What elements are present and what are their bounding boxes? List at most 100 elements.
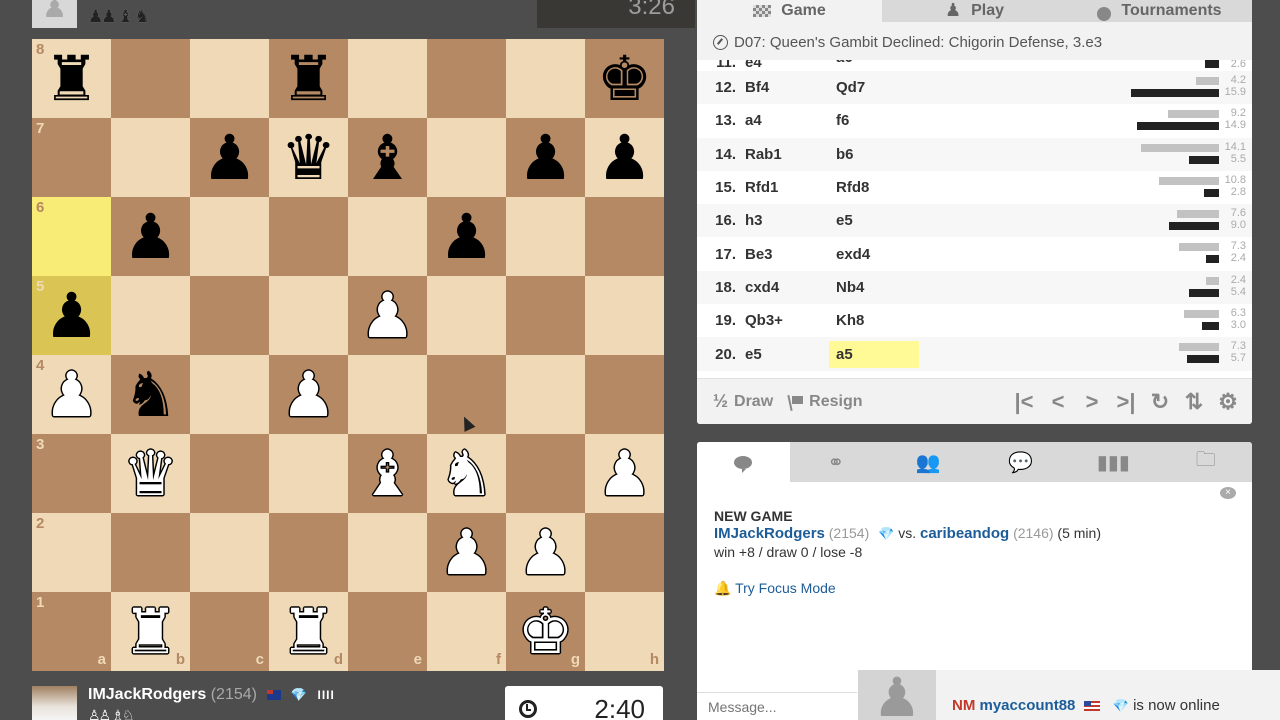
black-rook-icon[interactable]: ♜ (281, 47, 337, 110)
white-move[interactable]: h3 (741, 212, 829, 229)
black-bishop-icon[interactable]: ♝ (360, 126, 416, 189)
move-list[interactable]: 11.e4a62.612.Bf4Qd74.215.913.a4f69.214.9… (697, 60, 1252, 378)
square-g8[interactable] (506, 39, 585, 118)
tab-tournaments[interactable]: Tournaments (1067, 0, 1252, 22)
tab-conversations[interactable]: 💬 (975, 442, 1068, 482)
white-pawn-icon[interactable]: ♟ (281, 363, 337, 426)
square-c5[interactable] (190, 276, 269, 355)
opening-name[interactable]: D07: Queen's Gambit Declined: Chigorin D… (697, 22, 1252, 62)
square-d2[interactable] (269, 513, 348, 592)
black-queen-icon[interactable]: ♛ (281, 126, 337, 189)
next-move-icon[interactable]: > (1082, 389, 1102, 415)
black-pawn-icon[interactable]: ♟ (518, 126, 574, 189)
message-input[interactable] (697, 692, 857, 720)
square-a3[interactable]: 3 (32, 434, 111, 513)
square-g4[interactable] (506, 355, 585, 434)
white-pawn-icon[interactable]: ♟ (439, 521, 495, 584)
notification-username[interactable]: myaccount88 (980, 697, 1076, 714)
player-avatar[interactable] (32, 686, 77, 720)
square-f5[interactable] (427, 276, 506, 355)
square-b7[interactable] (111, 118, 190, 197)
square-c4[interactable] (190, 355, 269, 434)
square-h2[interactable] (585, 513, 664, 592)
black-pawn-icon[interactable]: ♟ (123, 205, 179, 268)
square-a4[interactable]: 4 ♟ (32, 355, 111, 434)
square-b5[interactable] (111, 276, 190, 355)
last-move-icon[interactable]: >| (1116, 389, 1136, 415)
square-c7[interactable]: ♟ (190, 118, 269, 197)
white-rook-icon[interactable]: ♜ (123, 600, 179, 663)
black-pawn-icon[interactable]: ♟ (597, 126, 653, 189)
black-knight-icon[interactable]: ♞ (123, 363, 179, 426)
square-f6[interactable]: ♟ (427, 197, 506, 276)
white-move[interactable]: Qb3+ (741, 312, 829, 329)
square-a8[interactable]: 8 ♜ (32, 39, 111, 118)
black-pawn-icon[interactable]: ♟ (202, 126, 258, 189)
white-move[interactable]: cxd4 (741, 279, 829, 296)
square-g1[interactable]: g ♚ (506, 592, 585, 671)
gear-icon[interactable]: ⚙ (1218, 389, 1238, 415)
black-rook-icon[interactable]: ♜ (44, 47, 100, 110)
square-g7[interactable]: ♟ (506, 118, 585, 197)
black-pawn-icon[interactable]: ♟ (44, 284, 100, 347)
white-bishop-icon[interactable]: ♝ (360, 442, 416, 505)
close-chat-icon[interactable]: × (1220, 487, 1236, 499)
black-pawn-icon[interactable]: ♟ (439, 205, 495, 268)
square-b1[interactable]: b ♜ (111, 592, 190, 671)
square-d5[interactable] (269, 276, 348, 355)
square-b3[interactable]: ♛ (111, 434, 190, 513)
square-c2[interactable] (190, 513, 269, 592)
square-h8[interactable]: ♚ (585, 39, 664, 118)
square-f2[interactable]: ♟ (427, 513, 506, 592)
square-g6[interactable] (506, 197, 585, 276)
square-a6[interactable]: 6 (32, 197, 111, 276)
opponent-avatar[interactable]: ♟ (32, 0, 77, 28)
square-h1[interactable]: h (585, 592, 664, 671)
square-a7[interactable]: 7 (32, 118, 111, 197)
white-king-icon[interactable]: ♚ (518, 600, 574, 663)
square-h6[interactable] (585, 197, 664, 276)
previous-move-icon[interactable]: < (1048, 389, 1068, 415)
tab-observers[interactable]: ⚭ (790, 442, 883, 482)
square-c1[interactable]: c (190, 592, 269, 671)
white-pawn-icon[interactable]: ♟ (44, 363, 100, 426)
square-e5[interactable]: ♟ (348, 276, 427, 355)
square-e7[interactable]: ♝ (348, 118, 427, 197)
black-move[interactable]: Qd7 (829, 74, 919, 101)
square-d6[interactable] (269, 197, 348, 276)
square-b4[interactable]: ♞ (111, 355, 190, 434)
tab-chat[interactable] (697, 442, 790, 482)
black-move[interactable]: Nb4 (829, 274, 919, 301)
square-f1[interactable]: f (427, 592, 506, 671)
white-knight-icon[interactable]: ♞ (439, 442, 495, 505)
square-b8[interactable] (111, 39, 190, 118)
flip-board-icon[interactable]: ⇅ (1184, 389, 1204, 415)
black-move[interactable]: Rfd8 (829, 174, 919, 201)
square-d1[interactable]: d ♜ (269, 592, 348, 671)
resign-button[interactable]: Resign (789, 393, 862, 411)
white-move[interactable]: a4 (741, 112, 829, 129)
square-e1[interactable]: e (348, 592, 427, 671)
white-move[interactable]: e5 (741, 346, 829, 363)
square-d4[interactable]: ♟ (269, 355, 348, 434)
white-move[interactable]: Be3 (741, 246, 829, 263)
player-name[interactable]: IMJackRodgers (88, 686, 206, 703)
black-move[interactable]: Kh8 (829, 307, 919, 334)
square-e3[interactable]: ♝ (348, 434, 427, 513)
black-move[interactable]: b6 (829, 141, 919, 168)
square-e2[interactable] (348, 513, 427, 592)
square-a1[interactable]: 1a (32, 592, 111, 671)
square-f3[interactable]: ♞ (427, 434, 506, 513)
white-move[interactable]: Rab1 (741, 146, 829, 163)
square-d8[interactable]: ♜ (269, 39, 348, 118)
square-c3[interactable] (190, 434, 269, 513)
black-move[interactable]: f6 (829, 107, 919, 134)
square-b6[interactable]: ♟ (111, 197, 190, 276)
white-move[interactable]: Rfd1 (741, 179, 829, 196)
tab-game[interactable]: Game (697, 0, 882, 22)
first-move-icon[interactable]: |< (1014, 389, 1034, 415)
player2-link[interactable]: caribeandog (920, 525, 1009, 542)
black-move[interactable]: exd4 (829, 241, 919, 268)
square-b2[interactable] (111, 513, 190, 592)
square-f7[interactable] (427, 118, 506, 197)
